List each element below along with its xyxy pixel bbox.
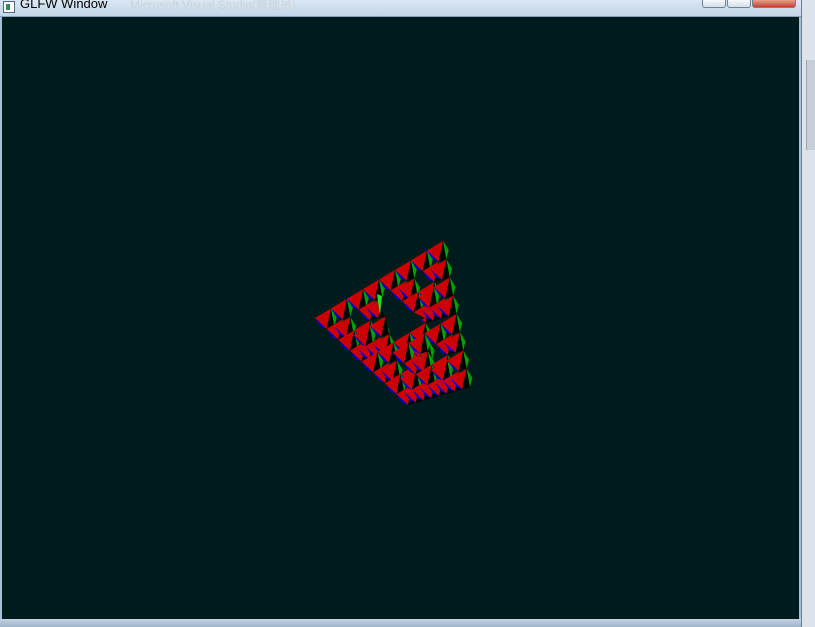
- sierpinski-tetrahedron: [315, 241, 473, 405]
